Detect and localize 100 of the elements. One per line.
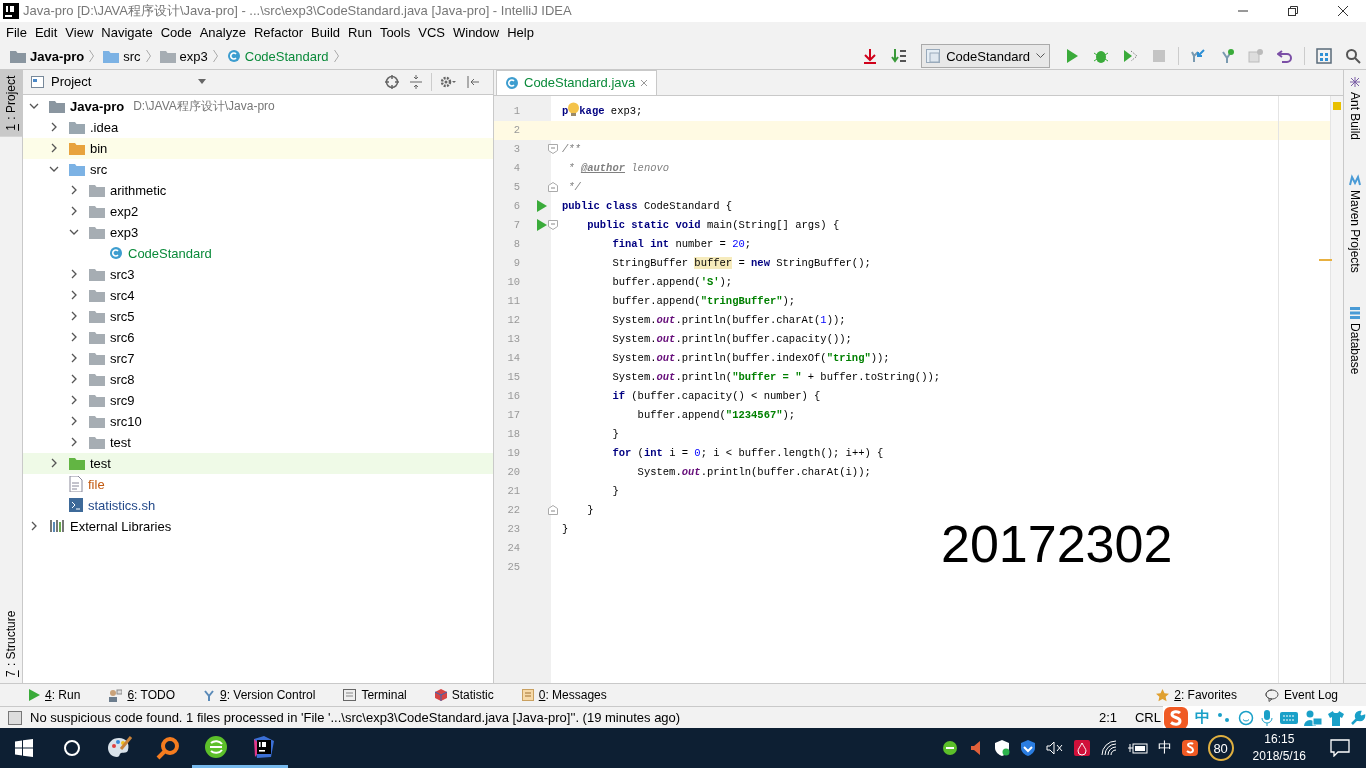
undo-icon[interactable] bbox=[1277, 48, 1293, 65]
tree-item[interactable]: .idea bbox=[23, 116, 493, 138]
settings-icon[interactable] bbox=[440, 74, 456, 89]
maximize-icon[interactable] bbox=[1287, 5, 1299, 17]
tool-window-tab[interactable]: 2: Favorites bbox=[1156, 688, 1237, 702]
ime-indicator[interactable]: 中 bbox=[1157, 739, 1172, 757]
coverage-icon[interactable] bbox=[1122, 48, 1138, 65]
drop-icon[interactable] bbox=[1073, 740, 1090, 756]
tree-item[interactable]: src9 bbox=[23, 389, 493, 411]
tree-item[interactable]: test bbox=[23, 431, 493, 453]
tree-item[interactable]: src bbox=[23, 158, 493, 180]
tree-item[interactable]: src7 bbox=[23, 347, 493, 369]
tool-window-tab[interactable]: 4: Run bbox=[28, 688, 81, 702]
tree-item[interactable]: External Libraries bbox=[23, 515, 493, 537]
wrench-icon[interactable] bbox=[1350, 709, 1366, 726]
breadcrumb[interactable]: src bbox=[101, 48, 143, 64]
menu-item[interactable]: Tools bbox=[375, 25, 415, 41]
menu-item[interactable]: Code bbox=[156, 25, 196, 41]
hide-panel-icon[interactable] bbox=[466, 74, 480, 89]
breadcrumb[interactable]: exp3 bbox=[157, 48, 210, 64]
smiley-icon[interactable] bbox=[1238, 709, 1254, 726]
editor-tab[interactable]: CodeStandard.java bbox=[496, 69, 658, 95]
tree-item[interactable]: arithmetic bbox=[23, 179, 493, 201]
shield-icon[interactable] bbox=[993, 740, 1010, 756]
tree-item[interactable]: src6 bbox=[23, 326, 493, 348]
menu-item[interactable]: Run bbox=[344, 25, 376, 41]
side-tab[interactable]: Maven Projects bbox=[1344, 167, 1366, 279]
target-icon[interactable] bbox=[385, 74, 399, 89]
close-icon[interactable] bbox=[1337, 5, 1349, 17]
breadcrumb[interactable]: Java-pro bbox=[8, 48, 87, 64]
menu-item[interactable]: Window bbox=[448, 25, 504, 41]
download-arrow-icon[interactable] bbox=[862, 48, 879, 65]
folder-icon bbox=[89, 330, 105, 344]
microphone-icon[interactable] bbox=[1260, 709, 1274, 726]
tool-window-tab[interactable]: 0: Messages bbox=[521, 688, 607, 702]
shirt-icon[interactable] bbox=[1328, 709, 1344, 726]
tool-window-tab[interactable]: Event Log bbox=[1264, 688, 1338, 702]
menu-item[interactable]: Edit bbox=[30, 25, 62, 41]
notification-icon[interactable] bbox=[1330, 739, 1350, 757]
tree-item[interactable]: src10 bbox=[23, 410, 493, 432]
tree-item[interactable]: statistics.sh bbox=[23, 494, 493, 516]
menu-item[interactable]: View bbox=[61, 25, 98, 41]
run-icon[interactable] bbox=[1064, 48, 1080, 65]
caret-position[interactable]: 2:1 bbox=[1098, 710, 1117, 725]
panel-toggle-icon[interactable] bbox=[8, 710, 22, 725]
tool-window-tab[interactable]: Terminal bbox=[343, 688, 407, 702]
bug-icon[interactable] bbox=[1093, 48, 1109, 65]
code-line: public class CodeStandard { bbox=[562, 200, 733, 213]
binary-arrow-icon[interactable] bbox=[891, 48, 908, 65]
collapse-all-icon[interactable] bbox=[409, 74, 423, 89]
clock[interactable]: 16:15 2018/5/16 bbox=[1252, 731, 1306, 765]
tree-item[interactable]: file bbox=[23, 473, 493, 495]
lightbulb-icon[interactable] bbox=[567, 102, 581, 118]
side-tab[interactable]: Database bbox=[1344, 300, 1366, 380]
side-tab[interactable]: 1 : Project bbox=[0, 69, 22, 137]
project-structure-icon[interactable] bbox=[1316, 48, 1332, 65]
run-configuration-dropdown[interactable]: CodeStandard bbox=[921, 44, 1050, 69]
vcs-commit-icon[interactable] bbox=[1219, 48, 1235, 65]
speed-ball[interactable]: 80 bbox=[1207, 735, 1234, 761]
menu-item[interactable]: Build bbox=[307, 25, 344, 41]
folder-icon bbox=[89, 204, 105, 218]
menu-item[interactable]: Help bbox=[503, 25, 538, 41]
tool-window-tab[interactable]: 9: Version Control bbox=[202, 688, 316, 702]
wifi-icon[interactable] bbox=[1099, 740, 1118, 756]
tree-item[interactable]: bin bbox=[23, 137, 493, 159]
tree-item[interactable]: Java-pro D:\JAVA程序设计\Java-pro bbox=[23, 95, 493, 117]
tree-item[interactable]: src4 bbox=[23, 284, 493, 306]
muted-speaker-icon[interactable] bbox=[1045, 740, 1064, 756]
menu-item[interactable]: File bbox=[2, 25, 31, 41]
menu-item[interactable]: Navigate bbox=[97, 25, 157, 41]
menu-item[interactable]: Refactor bbox=[249, 25, 308, 41]
user-card-icon[interactable] bbox=[1304, 709, 1322, 726]
ant-icon bbox=[1349, 75, 1361, 88]
breadcrumb[interactable]: CodeStandard bbox=[224, 48, 331, 64]
line-number: 5 bbox=[512, 181, 520, 194]
line-number: 9 bbox=[512, 257, 520, 270]
search-icon[interactable] bbox=[1345, 48, 1361, 65]
run-icon[interactable] bbox=[537, 200, 547, 213]
battery-icon[interactable] bbox=[1127, 741, 1148, 755]
tree-item[interactable]: CodeStandard bbox=[23, 242, 493, 264]
tree-item[interactable]: test bbox=[23, 452, 493, 474]
side-tab[interactable]: Ant Build bbox=[1344, 69, 1366, 146]
chevron-icon bbox=[333, 49, 339, 64]
line-number: 11 bbox=[506, 295, 520, 308]
tool-window-tab[interactable]: Statistic bbox=[434, 688, 494, 702]
vcs-update-icon[interactable] bbox=[1190, 48, 1206, 65]
run-icon[interactable] bbox=[537, 219, 547, 232]
shield-icon[interactable] bbox=[1019, 740, 1036, 756]
menu-item[interactable]: VCS bbox=[414, 25, 449, 41]
tree-item[interactable]: src3 bbox=[23, 263, 493, 285]
tree-item[interactable]: src5 bbox=[23, 305, 493, 327]
tree-item[interactable]: exp2 bbox=[23, 200, 493, 222]
tree-item[interactable]: src8 bbox=[23, 368, 493, 390]
tree-item[interactable]: exp3 bbox=[23, 221, 493, 243]
tool-window-tab[interactable]: 6: TODO bbox=[108, 688, 175, 702]
line-number: 1 bbox=[512, 105, 520, 118]
keyboard-icon[interactable] bbox=[1280, 710, 1298, 725]
side-tab[interactable]: 7 : Structure bbox=[0, 605, 22, 684]
line-separator[interactable]: CRL bbox=[1135, 710, 1161, 725]
menu-item[interactable]: Analyze bbox=[195, 25, 250, 41]
